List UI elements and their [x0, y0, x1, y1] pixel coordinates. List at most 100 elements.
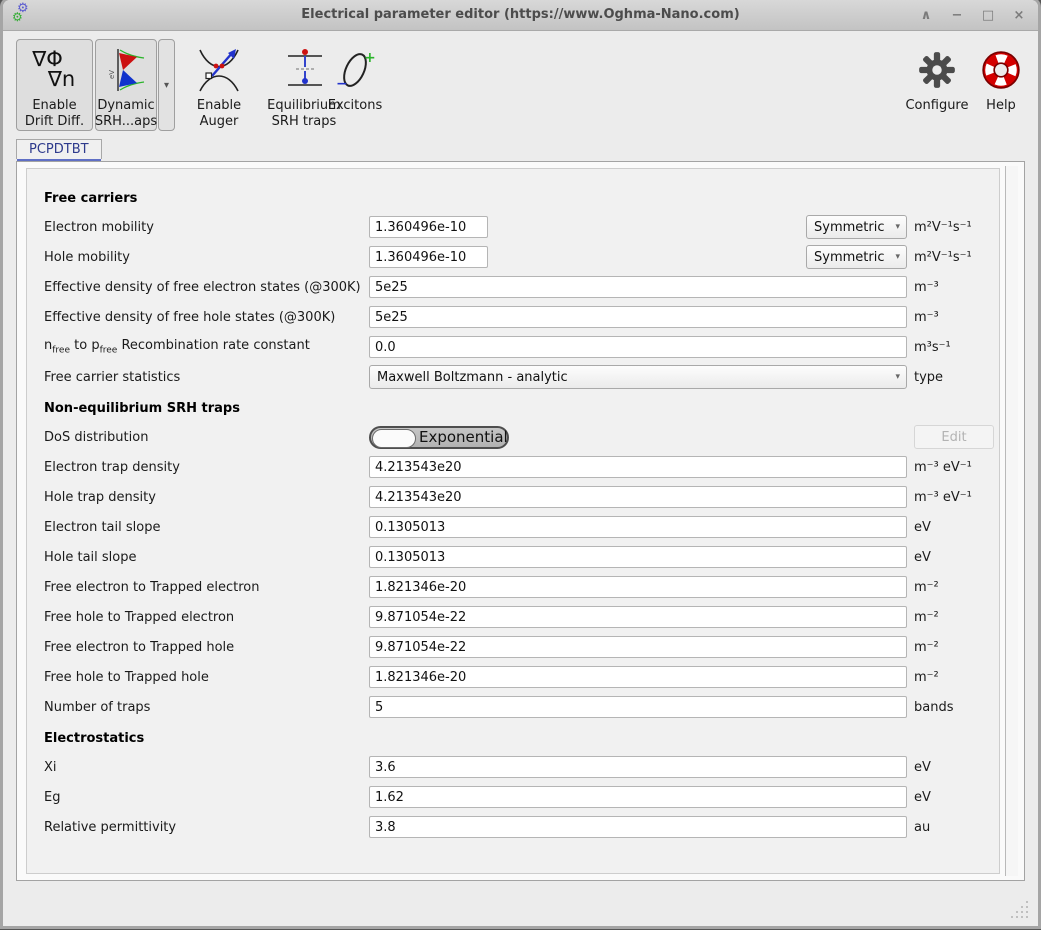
unit-cell: eV [907, 790, 999, 805]
form-row-relative-permittivity: Relative permittivityau [27, 812, 999, 842]
close-button[interactable]: × [1012, 8, 1026, 23]
enable-auger-button[interactable]: EnableAuger [184, 39, 254, 131]
status-bar [3, 882, 1038, 926]
field-label: Electron trap density [27, 460, 369, 475]
field-control [369, 302, 907, 332]
effective-density-of-free-hole-states-300k-input[interactable] [369, 306, 907, 328]
number-of-traps-input[interactable] [369, 696, 907, 718]
excitons-button[interactable]: + − Excitons [325, 39, 385, 131]
form-row-xi: XieV [27, 752, 999, 782]
field-control: Symmetric▾ [369, 242, 907, 272]
hole-mobility-input[interactable] [369, 246, 488, 268]
free-electron-to-trapped-electron-input[interactable] [369, 576, 907, 598]
dynamic-srh-dropdown-button[interactable]: ▾ [158, 39, 175, 131]
unit-label: m²V⁻¹s⁻¹ [914, 250, 972, 265]
form-row-free-carrier-statistics: Free carrier statisticsMaxwell Boltzmann… [27, 362, 999, 392]
field-control [369, 482, 907, 512]
form-row-number-of-traps: Number of trapsbands [27, 692, 999, 722]
section-header: Non-equilibrium SRH traps [27, 401, 240, 416]
edit-button[interactable]: Edit [914, 425, 994, 449]
svg-text:eV: eV [108, 69, 116, 78]
unit-cell: m⁻³ eV⁻¹ [907, 460, 999, 475]
hole-tail-slope-input[interactable] [369, 546, 907, 568]
chevron-down-icon: ▾ [164, 80, 169, 91]
free-hole-to-trapped-electron-input[interactable] [369, 606, 907, 628]
chevron-down-icon: ▾ [895, 222, 900, 232]
xi-input[interactable] [369, 756, 907, 778]
chevron-down-icon: ▾ [895, 252, 900, 262]
vertical-scrollbar[interactable] [1005, 166, 1018, 876]
hole-mobility-symmetry-select[interactable]: Symmetric▾ [806, 245, 907, 269]
field-control [369, 752, 907, 782]
shade-button[interactable]: ∧ [919, 8, 933, 23]
field-control: Maxwell Boltzmann - analytic▾ [369, 362, 907, 392]
unit-cell: eV [907, 520, 999, 535]
field-label: Free carrier statistics [27, 370, 369, 385]
svg-text:+: + [364, 50, 376, 66]
field-label: DoS distribution [27, 430, 369, 445]
form-row-electron-mobility: Electron mobility Symmetric ▾ m²V⁻¹s⁻¹ [27, 212, 999, 242]
form-row-hole-mobility: Hole mobility Symmetric▾ m²V⁻¹s⁻¹ [27, 242, 999, 272]
unit-label: type [914, 370, 943, 385]
free-electron-to-trapped-hole-input[interactable] [369, 636, 907, 658]
nfree-to-pfree-recombination-rate-constant-input[interactable] [369, 336, 907, 358]
field-label: nfree to pfree Recombination rate consta… [27, 338, 369, 356]
unit-cell: m²V⁻¹s⁻¹ [907, 220, 999, 235]
section-header-row: Free carriers [27, 182, 999, 212]
configure-button[interactable]: Configure [900, 39, 974, 131]
enable-drift-diff-button[interactable]: ∇Φ ∇n EnableDrift Diff. [16, 39, 93, 131]
field-label: Hole mobility [27, 250, 369, 265]
title-bar[interactable]: ⚙ ⚙ Electrical parameter editor (https:/… [3, 0, 1038, 31]
field-control [369, 572, 907, 602]
field-label: Free hole to Trapped hole [27, 670, 369, 685]
nabla-equations-icon: ∇Φ ∇n [32, 44, 77, 96]
form-row-electron-tail-slope: Electron tail slope eV [27, 512, 999, 542]
unit-label: bands [914, 700, 953, 715]
free-carrier-statistics-select[interactable]: Maxwell Boltzmann - analytic▾ [369, 365, 907, 389]
eg-input[interactable] [369, 786, 907, 808]
free-hole-to-trapped-hole-input[interactable] [369, 666, 907, 688]
electron-mobility-symmetry-select[interactable]: Symmetric ▾ [806, 215, 907, 239]
exciton-icon: + − [332, 44, 378, 96]
unit-label: eV [914, 760, 931, 775]
unit-label: m⁻³ [914, 310, 939, 325]
unit-cell: m⁻² [907, 580, 999, 595]
hole-trap-density-input[interactable] [369, 486, 907, 508]
gear-icon [916, 44, 958, 96]
field-label: Effective density of free hole states (@… [27, 310, 369, 325]
parameter-form: Free carriers Electron mobility Symmetric ▾… [26, 168, 1000, 874]
relative-permittivity-input[interactable] [369, 816, 907, 838]
help-button[interactable]: Help [975, 39, 1027, 131]
form-row-free-hole-to-trapped-electron: Free hole to Trapped electronm⁻² [27, 602, 999, 632]
section-header-row: Electrostatics [27, 722, 999, 752]
selected-option: Symmetric [814, 220, 889, 235]
dynamic-srh-button[interactable]: eV DynamicSRH...aps [95, 39, 157, 131]
unit-label: au [914, 820, 930, 835]
minimize-button[interactable]: − [950, 8, 964, 23]
unit-label: m³s⁻¹ [914, 340, 951, 355]
maximize-button[interactable]: □ [981, 8, 995, 23]
tab-pcpdtbt[interactable]: PCPDTBT [16, 139, 102, 159]
unit-label: m⁻² [914, 580, 939, 595]
switch-knob [372, 429, 416, 448]
unit-cell: Edit [907, 425, 999, 449]
electron-tail-slope-input[interactable] [369, 516, 907, 538]
lifebuoy-icon [980, 44, 1022, 96]
unit-label: eV [914, 520, 931, 535]
dos-distribution-toggle[interactable]: Exponential [369, 426, 509, 449]
electron-trap-density-input[interactable] [369, 456, 907, 478]
field-label: Hole tail slope [27, 550, 369, 565]
field-control [369, 512, 907, 542]
field-control [369, 272, 907, 302]
unit-label: m⁻² [914, 640, 939, 655]
electron-mobility-input[interactable] [369, 216, 488, 238]
form-row-free-hole-to-trapped-hole: Free hole to Trapped holem⁻² [27, 662, 999, 692]
field-label: Electron mobility [27, 220, 369, 235]
resize-grip-icon[interactable] [1010, 900, 1028, 918]
effective-density-of-free-electron-states-300k-input[interactable] [369, 276, 907, 298]
srh-traps-icon [282, 44, 326, 96]
unit-label: m⁻³ eV⁻¹ [914, 490, 972, 505]
field-control [369, 602, 907, 632]
unit-cell: m⁻² [907, 610, 999, 625]
field-label: Electron tail slope [27, 520, 369, 535]
